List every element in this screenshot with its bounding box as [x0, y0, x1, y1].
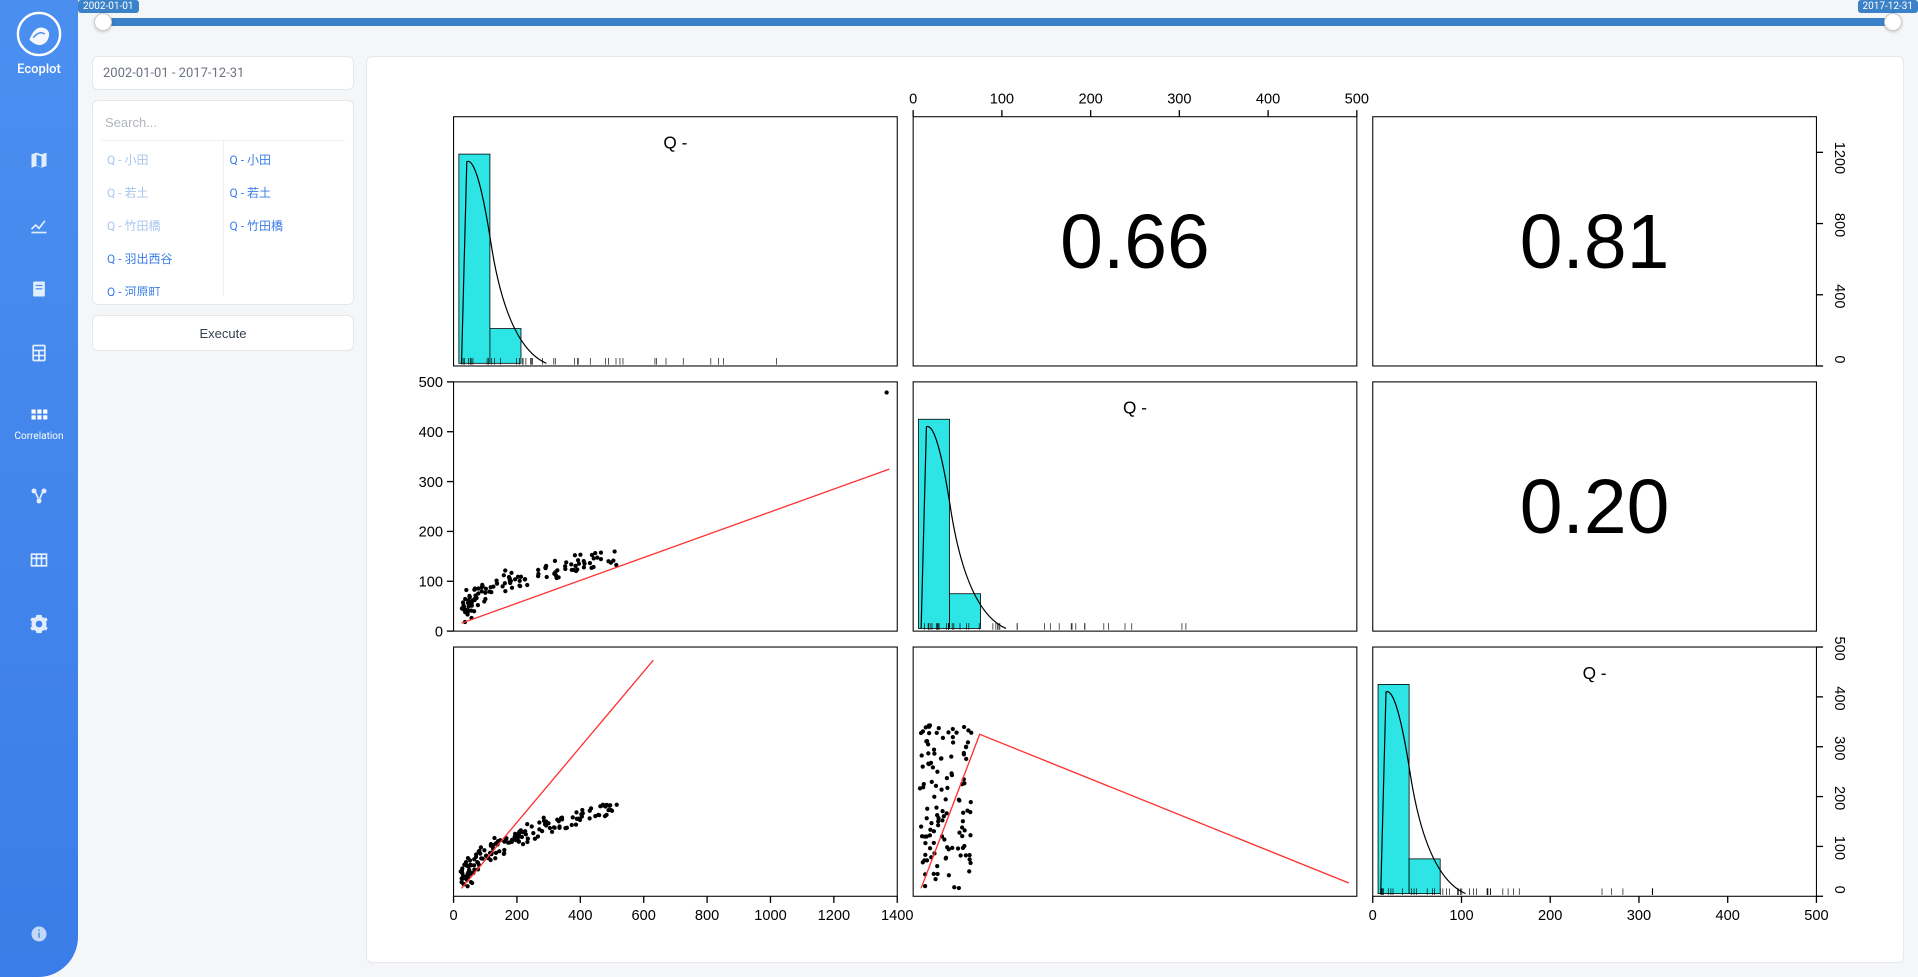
svg-text:400: 400 — [1256, 91, 1280, 107]
svg-text:200: 200 — [505, 908, 529, 924]
timeline-end-badge: 2017-12-31 — [1858, 0, 1918, 13]
svg-text:500: 500 — [1804, 908, 1828, 924]
svg-text:0: 0 — [435, 624, 443, 640]
list-item[interactable]: Q - 若土 — [224, 176, 346, 209]
svg-text:200: 200 — [419, 525, 443, 541]
svg-text:200: 200 — [1078, 91, 1102, 107]
timeline-start-badge: 2002-01-01 — [78, 0, 139, 13]
list-item[interactable]: Q - 若土 — [101, 176, 223, 209]
nav-map[interactable] — [0, 147, 78, 175]
svg-text:300: 300 — [1167, 91, 1191, 107]
list-item[interactable]: Q - 小田 — [101, 143, 223, 176]
svg-text:400: 400 — [419, 425, 443, 441]
svg-text:0: 0 — [1369, 908, 1377, 924]
svg-text:Q -: Q - — [663, 133, 687, 153]
list-item[interactable]: Q - 河原町 — [101, 275, 223, 296]
svg-text:300: 300 — [1831, 736, 1847, 760]
date-range-input[interactable]: 2002-01-01 - 2017-12-31 — [92, 56, 354, 90]
nav: Correlation — [0, 147, 78, 638]
list-item[interactable]: Q - 竹田橋 — [101, 209, 223, 242]
variable-selector: Q - 小田 Q - 若土 Q - 竹田橋 Q - 羽出西谷 Q - 河原町 Q… — [92, 100, 354, 305]
nav-chart[interactable] — [0, 211, 78, 239]
nav-calculator[interactable] — [0, 339, 78, 367]
nav-document[interactable] — [0, 275, 78, 303]
sidebar: Ecoplot Correlation — [0, 0, 78, 977]
execute-button[interactable]: Execute — [92, 315, 354, 351]
svg-text:300: 300 — [419, 475, 443, 491]
svg-text:0: 0 — [909, 91, 917, 107]
info-icon[interactable] — [30, 925, 48, 947]
svg-text:0.20: 0.20 — [1520, 464, 1670, 550]
svg-text:0.81: 0.81 — [1520, 199, 1670, 285]
svg-text:100: 100 — [1831, 836, 1847, 860]
svg-text:200: 200 — [1538, 908, 1562, 924]
svg-text:400: 400 — [568, 908, 592, 924]
nav-settings[interactable] — [0, 610, 78, 638]
svg-text:0.66: 0.66 — [1060, 199, 1210, 285]
svg-text:200: 200 — [1831, 786, 1847, 810]
correlation-matrix-chart: 0 100 200 300 400 500 0 400 800 1200 0 100 200 300 400… — [366, 56, 1904, 963]
svg-text:400: 400 — [1831, 284, 1847, 308]
timeline-handle-right[interactable] — [1884, 13, 1902, 31]
selected-list[interactable]: Q - 小田 Q - 若土 Q - 竹田橋 — [224, 141, 346, 296]
list-item[interactable]: Q - 羽出西谷 — [101, 242, 223, 275]
svg-text:1000: 1000 — [754, 908, 786, 924]
timeline-slider[interactable]: 2002-01-01 2017-12-31 — [78, 0, 1918, 44]
svg-text:0: 0 — [450, 908, 458, 924]
app-logo — [15, 10, 63, 58]
svg-text:500: 500 — [1831, 636, 1847, 660]
list-item[interactable]: Q - 竹田橋 — [224, 209, 346, 242]
nav-table[interactable] — [0, 546, 78, 574]
svg-text:Q -: Q - — [1583, 663, 1607, 683]
list-item[interactable]: Q - 小田 — [224, 143, 346, 176]
svg-text:1400: 1400 — [881, 908, 913, 924]
nav-network[interactable] — [0, 482, 78, 510]
timeline-handle-left[interactable] — [94, 13, 112, 31]
svg-text:400: 400 — [1716, 908, 1740, 924]
search-input[interactable] — [101, 109, 345, 140]
timeline-track — [102, 18, 1894, 26]
svg-text:500: 500 — [1345, 91, 1369, 107]
svg-text:100: 100 — [1449, 908, 1473, 924]
svg-text:0: 0 — [1831, 355, 1847, 363]
svg-text:100: 100 — [990, 91, 1014, 107]
svg-text:300: 300 — [1627, 908, 1651, 924]
svg-text:500: 500 — [419, 375, 443, 391]
svg-text:1200: 1200 — [1831, 142, 1847, 174]
svg-text:400: 400 — [1831, 686, 1847, 710]
app-name: Ecoplot — [17, 62, 61, 77]
main: 2002-01-01 2017-12-31 2002-01-01 - 2017-… — [78, 0, 1918, 977]
svg-text:100: 100 — [419, 575, 443, 591]
svg-text:800: 800 — [695, 908, 719, 924]
nav-correlation-label: Correlation — [15, 431, 64, 442]
controls-panel: 2002-01-01 - 2017-12-31 Q - 小田 Q - 若土 Q … — [92, 56, 354, 963]
svg-text:600: 600 — [632, 908, 656, 924]
svg-text:800: 800 — [1831, 213, 1847, 237]
svg-text:Q -: Q - — [1123, 398, 1147, 418]
svg-text:0: 0 — [1831, 886, 1847, 894]
available-list[interactable]: Q - 小田 Q - 若土 Q - 竹田橋 Q - 羽出西谷 Q - 河原町 — [101, 141, 224, 296]
svg-text:1200: 1200 — [818, 908, 850, 924]
nav-correlation[interactable]: Correlation — [0, 403, 78, 446]
